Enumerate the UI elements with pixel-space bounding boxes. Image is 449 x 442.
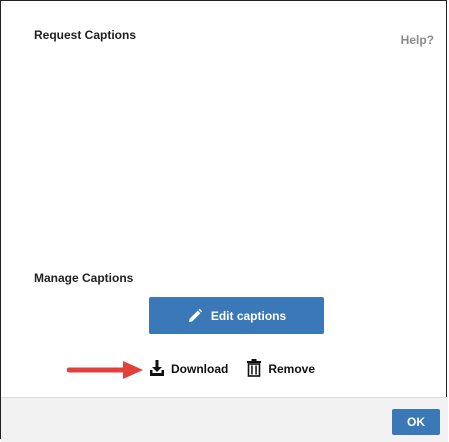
dialog-title: Request Captions <box>34 28 137 42</box>
pencil-icon <box>187 308 203 324</box>
download-icon <box>149 359 165 380</box>
download-button[interactable]: Download <box>149 359 228 380</box>
caption-actions: Download Remove <box>149 358 315 380</box>
edit-captions-label: Edit captions <box>210 308 287 323</box>
dialog-footer: OK <box>1 397 448 442</box>
edit-captions-button[interactable]: Edit captions <box>149 297 324 334</box>
request-captions-dialog: Request Captions Help? Manage Captions E… <box>0 0 448 442</box>
trash-icon <box>246 358 262 380</box>
red-arrow-annotation <box>66 360 145 385</box>
manage-captions-heading: Manage Captions <box>34 271 134 285</box>
help-link[interactable]: Help? <box>401 33 434 47</box>
remove-button[interactable]: Remove <box>246 358 316 380</box>
remove-label: Remove <box>268 362 316 376</box>
ok-button[interactable]: OK <box>392 409 440 435</box>
download-label: Download <box>171 362 229 376</box>
